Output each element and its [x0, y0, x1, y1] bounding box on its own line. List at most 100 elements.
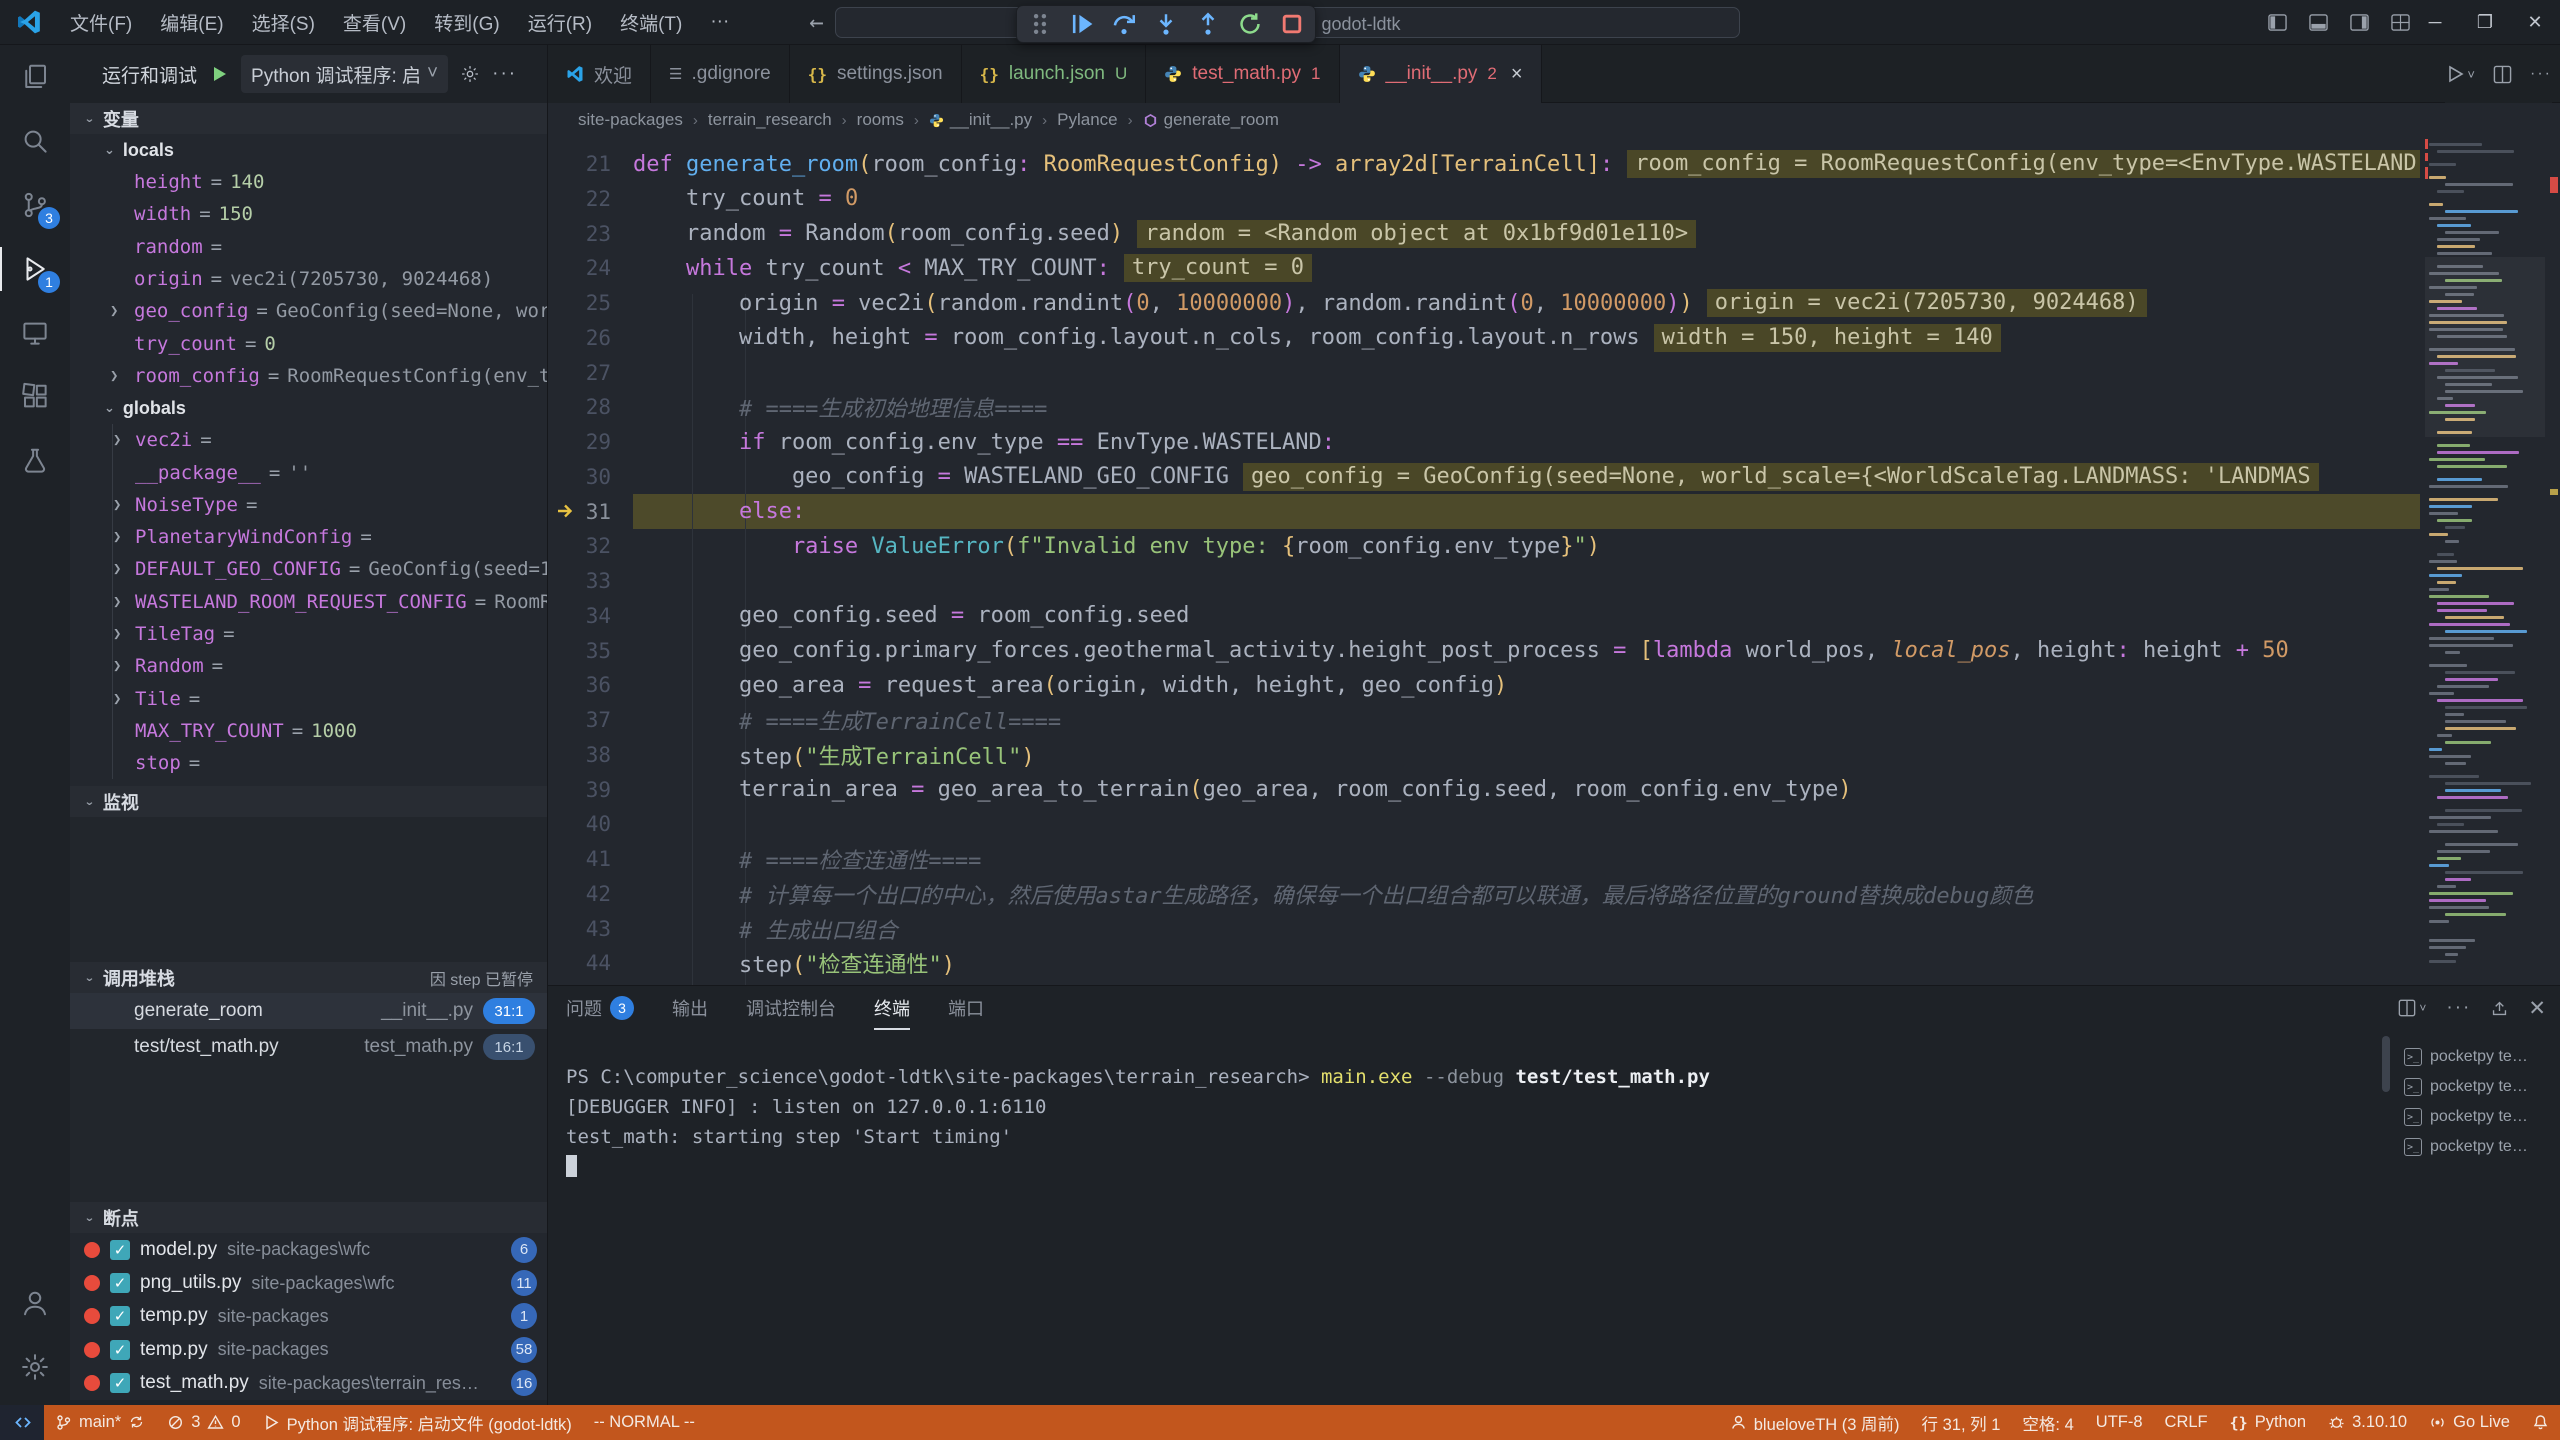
activity-files-icon[interactable]: [0, 45, 70, 109]
activity-source-control-icon[interactable]: 3: [0, 173, 70, 237]
status-remote[interactable]: [0, 1405, 44, 1440]
breadcrumb-item[interactable]: __init__.py: [929, 110, 1032, 130]
terminal-instance[interactable]: >_pocketpy te…: [2398, 1072, 2556, 1102]
activity-account-icon[interactable]: [0, 1271, 70, 1335]
variable-row[interactable]: stop=: [113, 747, 547, 779]
code-line-28[interactable]: 28 # ====生成初始地理信息====: [548, 390, 2420, 425]
code-line-42[interactable]: 42 # 计算每一个出口的中心，然后使用astar生成路径，确保每一个出口组合都…: [548, 877, 2420, 912]
chevron-right-icon[interactable]: ❯: [113, 529, 121, 545]
code-line-25[interactable]: 25 origin = vec2i(random.randint(0, 1000…: [548, 286, 2420, 321]
status-空格-4[interactable]: 空格: 4: [2011, 1405, 2084, 1440]
breadcrumb-item[interactable]: rooms: [857, 110, 904, 130]
close-panel-icon[interactable]: ✕: [2528, 996, 2546, 1021]
panel-tab-端口[interactable]: 端口: [948, 986, 984, 1030]
breakpoint-row[interactable]: ✓temp.pysite-packages1: [70, 1300, 547, 1333]
terminal-scrollbar[interactable]: [2382, 1036, 2390, 1092]
panel-tab-输出[interactable]: 输出: [672, 986, 708, 1030]
variable-row[interactable]: ❯DEFAULT_GEO_CONFIG=GeoConfig(seed=1…: [113, 553, 547, 585]
scope-label[interactable]: globals: [123, 398, 186, 419]
chevron-right-icon[interactable]: ❯: [110, 303, 118, 319]
variable-row[interactable]: ❯TileTag=: [113, 618, 547, 650]
split-terminal-button[interactable]: ˅: [2398, 999, 2426, 1017]
run-python-file-button[interactable]: ˅: [2445, 64, 2475, 84]
breakpoint-checkbox[interactable]: ✓: [110, 1373, 130, 1393]
panel-tab-问题[interactable]: 问题3: [566, 986, 634, 1030]
breakpoint-row[interactable]: ✓temp.pysite-packages58: [70, 1333, 547, 1366]
breakpoints-section-header[interactable]: ⌄ 断点: [70, 1202, 547, 1233]
step-into-icon[interactable]: [1153, 11, 1179, 37]
customize-layout-icon[interactable]: [2391, 13, 2410, 32]
breadcrumb-item[interactable]: terrain_research: [708, 110, 832, 130]
variable-row[interactable]: __package__='': [113, 456, 547, 488]
chevron-right-icon[interactable]: ❯: [110, 368, 118, 384]
callstack-frame[interactable]: generate_room__init__.py31:1: [70, 993, 547, 1029]
variable-row[interactable]: ❯WASTELAND_ROOM_REQUEST_CONFIG=RoomR…: [113, 586, 547, 618]
menu-item-6[interactable]: 终端(T): [606, 0, 696, 45]
toggle-panel-icon[interactable]: [2309, 13, 2328, 32]
chevron-right-icon[interactable]: ❯: [113, 658, 121, 674]
callstack-frame[interactable]: test/test_math.pytest_math.py16:1: [70, 1029, 547, 1065]
tab-.gdignore[interactable]: ☰.gdignore: [651, 45, 790, 103]
variable-row[interactable]: ❯Tile=: [113, 682, 547, 714]
status-play[interactable]: Python 调试程序: 启动文件 (godot-ldtk): [252, 1405, 583, 1440]
code-line-35[interactable]: 35 geo_config.primary_forces.geothermal_…: [548, 633, 2420, 668]
status-branch[interactable]: main*: [44, 1405, 156, 1440]
terminal-instance[interactable]: >_pocketpy te…: [2398, 1042, 2556, 1072]
menu-item-2[interactable]: 选择(S): [238, 0, 329, 45]
split-editor-icon[interactable]: [2493, 65, 2512, 84]
code-line-37[interactable]: 37 # ====生成TerrainCell====: [548, 703, 2420, 738]
breakpoint-row[interactable]: ✓test_math.pysite-packages\terrain_res…1…: [70, 1367, 547, 1400]
code-line-22[interactable]: 22 try_count = 0: [548, 182, 2420, 217]
menu-item-0[interactable]: 文件(F): [56, 0, 146, 45]
chevron-right-icon[interactable]: ❯: [113, 432, 121, 448]
code-line-40[interactable]: 40: [548, 807, 2420, 842]
activity-search-icon[interactable]: [0, 109, 70, 173]
terminal-instance[interactable]: >_pocketpy te…: [2398, 1102, 2556, 1132]
activity-remote-explorer-icon[interactable]: [0, 301, 70, 365]
variable-row[interactable]: ❯room_config=RoomRequestConfig(env_t…: [70, 360, 547, 392]
breakpoint-row[interactable]: ✓model.pysite-packages\wfc6: [70, 1233, 547, 1266]
activity-settings-gear-icon[interactable]: [0, 1335, 70, 1399]
code-line-31[interactable]: 31 else:: [548, 494, 2420, 529]
chevron-right-icon[interactable]: ❯: [113, 561, 121, 577]
chevron-right-icon[interactable]: ❯: [113, 497, 121, 513]
variable-row[interactable]: MAX_TRY_COUNT=1000: [113, 715, 547, 747]
code-line-33[interactable]: 33: [548, 564, 2420, 599]
restart-icon[interactable]: [1237, 11, 1263, 37]
toggle-secondary-sidebar-icon[interactable]: [2350, 13, 2369, 32]
menu-item-7[interactable]: ···: [696, 0, 743, 45]
debug-settings-gear-icon[interactable]: [460, 64, 480, 84]
code-line-27[interactable]: 27: [548, 355, 2420, 390]
maximize-button[interactable]: ❐: [2460, 0, 2510, 45]
sidebar-more-icon[interactable]: ···: [492, 63, 517, 85]
chevron-right-icon[interactable]: ❯: [113, 594, 121, 610]
toolbar-drag-handle[interactable]: [1027, 11, 1053, 37]
panel-tab-调试控制台[interactable]: 调试控制台: [746, 986, 836, 1030]
status-braces[interactable]: {}Python: [2219, 1405, 2317, 1440]
terminal-output[interactable]: PS C:\computer_science\godot-ldtk\site-p…: [566, 1062, 2386, 1182]
toggle-sidebar-icon[interactable]: [2268, 13, 2287, 32]
stop-icon[interactable]: [1279, 11, 1305, 37]
variable-row[interactable]: width=150: [70, 198, 547, 230]
code-line-38[interactable]: 38 step("生成TerrainCell"): [548, 738, 2420, 773]
code-line-32[interactable]: 32 raise ValueError(f"Invalid env type: …: [548, 529, 2420, 564]
terminal-instance[interactable]: >_pocketpy te…: [2398, 1132, 2556, 1162]
tab-欢迎[interactable]: 欢迎: [548, 45, 651, 103]
maximize-panel-icon[interactable]: [2491, 1000, 2508, 1017]
code-line-24[interactable]: 24 while try_count < MAX_TRY_COUNT:try_c…: [548, 251, 2420, 286]
tab-__init__.py[interactable]: __init__.py2×: [1340, 45, 1542, 103]
breadcrumb-item[interactable]: generate_room: [1143, 110, 1279, 130]
variable-row[interactable]: try_count=0: [70, 327, 547, 359]
code-line-34[interactable]: 34 geo_config.seed = room_config.seed: [548, 599, 2420, 634]
variable-row[interactable]: random=: [70, 231, 547, 263]
variables-section-header[interactable]: ⌄ 变量: [70, 103, 547, 134]
watch-section-header[interactable]: ⌄ 监视: [70, 786, 547, 817]
tab-settings.json[interactable]: {}settings.json: [790, 45, 962, 103]
code-line-39[interactable]: 39 terrain_area = geo_area_to_terrain(ge…: [548, 772, 2420, 807]
breakpoint-row[interactable]: ✓png_utils.pysite-packages\wfc11: [70, 1266, 547, 1299]
scope-label[interactable]: locals: [123, 140, 174, 161]
status-bell[interactable]: [2521, 1405, 2560, 1440]
step-out-icon[interactable]: [1195, 11, 1221, 37]
variable-row[interactable]: ❯vec2i=: [113, 424, 547, 456]
continue-icon[interactable]: [1069, 11, 1095, 37]
